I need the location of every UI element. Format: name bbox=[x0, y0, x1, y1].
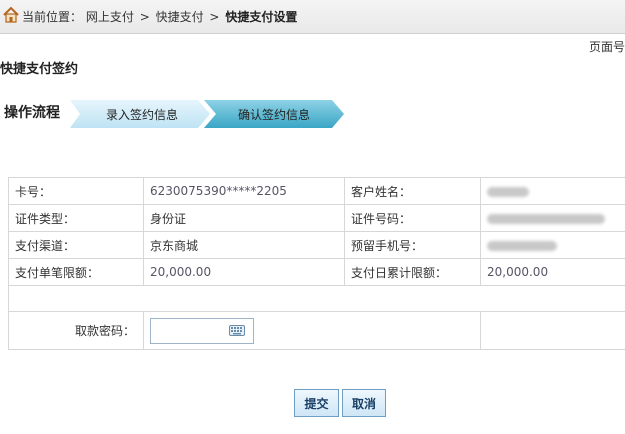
card-number-value: 6230075390*****2205 bbox=[143, 177, 345, 205]
redacted-value bbox=[487, 213, 605, 224]
step-2-label: 确认签约信息 bbox=[238, 108, 311, 122]
section-title: 快捷支付签约 bbox=[0, 62, 79, 77]
breadcrumb-bar: 当前位置： 网上支付 > 快捷支付 > 快捷支付设置 bbox=[0, 0, 625, 34]
daily-limit-value: 20,000.00 bbox=[480, 258, 625, 286]
table-row-empty bbox=[8, 285, 625, 312]
keyboard-icon[interactable] bbox=[229, 324, 245, 336]
id-type-label: 证件类型： bbox=[8, 204, 144, 232]
daily-limit-label: 支付日累计限额： bbox=[344, 258, 481, 286]
password-cell bbox=[143, 311, 481, 350]
submit-button[interactable]: 提交 bbox=[294, 389, 339, 417]
process-label: 操作流程 bbox=[4, 105, 60, 121]
empty-cell bbox=[8, 285, 625, 312]
step-1-label: 录入签约信息 bbox=[106, 108, 179, 122]
cancel-button[interactable]: 取消 bbox=[342, 389, 386, 417]
payment-channel-label: 支付渠道： bbox=[8, 231, 144, 259]
id-number-value bbox=[480, 204, 625, 232]
breadcrumb: 当前位置： 网上支付 > 快捷支付 > 快捷支付设置 bbox=[22, 9, 297, 25]
card-number-label: 卡号： bbox=[8, 177, 144, 205]
home-icon[interactable] bbox=[2, 6, 20, 24]
payment-channel-value: 京东商城 bbox=[143, 231, 345, 259]
single-limit-label: 支付单笔限额： bbox=[8, 258, 144, 286]
process-steps: 录入签约信息 确认签约信息 bbox=[70, 100, 345, 128]
password-input[interactable] bbox=[150, 317, 254, 344]
reserved-phone-value bbox=[480, 231, 625, 259]
reserved-phone-label: 预留手机号： bbox=[344, 231, 481, 259]
page-number-label: 页面号 bbox=[588, 40, 625, 54]
signing-info-table: 卡号： 6230075390*****2205 客户姓名： 证件类型： 身份证 … bbox=[8, 177, 625, 350]
customer-name-value bbox=[480, 177, 625, 205]
breadcrumb-prefix: 当前位置： bbox=[22, 10, 83, 24]
breadcrumb-separator: > bbox=[139, 10, 150, 24]
password-label: 取款密码： bbox=[8, 311, 144, 350]
id-type-value: 身份证 bbox=[143, 204, 345, 232]
redacted-value bbox=[487, 240, 557, 251]
single-limit-value: 20,000.00 bbox=[143, 258, 345, 286]
redacted-value bbox=[487, 186, 529, 197]
customer-name-label: 客户姓名： bbox=[344, 177, 481, 205]
table-row-password: 取款密码： bbox=[8, 311, 625, 350]
breadcrumb-item-online-payment[interactable]: 网上支付 bbox=[86, 10, 134, 24]
id-number-label: 证件号码： bbox=[344, 204, 481, 232]
table-row: 支付渠道： 京东商城 预留手机号： bbox=[8, 231, 625, 259]
table-row: 卡号： 6230075390*****2205 客户姓名： bbox=[8, 177, 625, 205]
password-empty-cell bbox=[480, 311, 625, 350]
breadcrumb-item-quick-payment[interactable]: 快捷支付 bbox=[156, 10, 204, 24]
table-row: 证件类型： 身份证 证件号码： bbox=[8, 204, 625, 232]
breadcrumb-separator: > bbox=[209, 10, 220, 24]
breadcrumb-current: 快捷支付设置 bbox=[225, 10, 298, 24]
table-row: 支付单笔限额： 20,000.00 支付日累计限额： 20,000.00 bbox=[8, 258, 625, 286]
